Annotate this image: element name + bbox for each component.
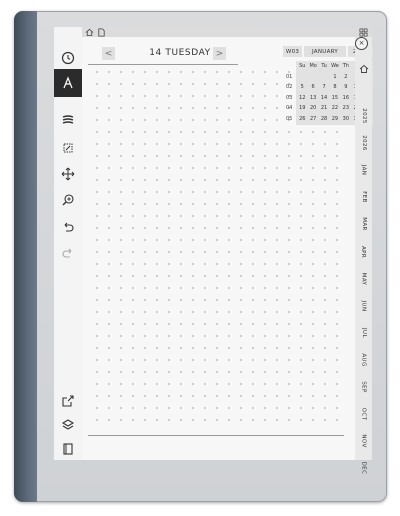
calendar-day[interactable]: 2 xyxy=(341,72,352,83)
calendar-weekday: Th xyxy=(342,63,349,69)
top-strip xyxy=(82,27,372,37)
sidebar-item-label: DEC xyxy=(360,461,367,475)
calendar-day[interactable]: 26 xyxy=(297,114,308,125)
redo-icon[interactable] xyxy=(57,242,79,264)
clock-icon[interactable] xyxy=(57,47,79,69)
share-icon[interactable] xyxy=(57,390,79,412)
home-icon[interactable] xyxy=(84,27,94,37)
calendar-day[interactable]: 30 xyxy=(341,114,352,125)
sidebar-item-2026[interactable]: 2026 xyxy=(355,130,372,156)
sidebar-item-sep[interactable]: SEP xyxy=(355,374,372,400)
calendar-week-number[interactable]: 05 xyxy=(286,114,296,125)
calendar-day[interactable]: 28 xyxy=(319,114,330,125)
calendar-day[interactable]: 21 xyxy=(319,103,330,114)
month-pill[interactable]: JANUARY xyxy=(304,46,346,57)
sidebar-item-label: MAY xyxy=(360,272,367,285)
calendar-day[interactable]: 5 xyxy=(297,82,308,93)
prev-day-button[interactable]: < xyxy=(102,47,115,60)
sidebar-item-nov[interactable]: NOV xyxy=(355,428,372,454)
calendar-day[interactable]: 8 xyxy=(330,82,341,93)
pen-icon[interactable] xyxy=(54,69,82,97)
sidebar-item-label: APR xyxy=(360,245,367,258)
sidebar-item-label: JAN xyxy=(360,164,367,176)
calendar-weekday: Tu xyxy=(321,63,327,69)
calendar-day[interactable]: 13 xyxy=(308,93,319,104)
sidebar-item-label: JUN xyxy=(360,300,367,312)
layers-icon[interactable] xyxy=(57,414,79,436)
calendar-week-number[interactable]: 04 xyxy=(286,103,296,114)
calendar-week-number[interactable]: 01 xyxy=(286,72,296,83)
calendar-day[interactable]: 6 xyxy=(308,82,319,93)
next-day-button[interactable]: > xyxy=(213,47,226,60)
calendar-day[interactable]: 9 xyxy=(341,82,352,93)
sidebar-item-label: FEB xyxy=(360,191,367,204)
calendar-day[interactable]: 20 xyxy=(308,103,319,114)
sidebar-item-dec[interactable]: DEC xyxy=(355,455,372,481)
screen: < 14 TUESDAY > W03 JANUARY 2025 SuMoTuWe… xyxy=(54,27,373,475)
calendar-day[interactable]: 23 xyxy=(341,103,352,114)
calendar-day[interactable]: 22 xyxy=(330,103,341,114)
calendar-week-number[interactable]: 03 xyxy=(286,93,296,104)
toolbar xyxy=(54,27,82,460)
sidebar-item-2025[interactable]: 2025 xyxy=(355,103,372,129)
calendar-day[interactable]: 29 xyxy=(330,114,341,125)
sidebar-item-feb[interactable]: FEB xyxy=(355,184,372,210)
sidebar-item-jan[interactable]: JAN xyxy=(355,157,372,183)
sidebar-item-may[interactable]: MAY xyxy=(355,266,372,292)
sidebar-item-label: SEP xyxy=(360,381,367,393)
grid-icon[interactable] xyxy=(358,27,368,37)
sidebar-item-aug[interactable]: AUG xyxy=(355,347,372,373)
sidebar-item-mar[interactable]: MAR xyxy=(355,211,372,237)
bottom-divider xyxy=(88,435,344,436)
calendar-day[interactable]: 7 xyxy=(319,82,330,93)
calendar-day[interactable]: 14 xyxy=(319,93,330,104)
sidebar-item-label: MAR xyxy=(360,217,367,232)
calendar-weekday: Su xyxy=(299,63,306,69)
planner-page[interactable]: < 14 TUESDAY > W03 JANUARY 2025 SuMoTuWe… xyxy=(82,37,373,460)
calendar-week-number[interactable]: 02 xyxy=(286,82,296,93)
sidebar-item-label: JUL xyxy=(360,327,367,338)
sidebar-item-apr[interactable]: APR xyxy=(355,239,372,265)
calendar-weekday: We xyxy=(331,63,339,69)
calendar-day[interactable]: 19 xyxy=(297,103,308,114)
sidebar-item-oct[interactable]: OCT xyxy=(355,401,372,427)
sidebar-item-label: 2025 xyxy=(360,108,367,124)
move-icon[interactable] xyxy=(57,163,79,185)
page-icon[interactable] xyxy=(57,438,79,460)
calendar-day[interactable]: 15 xyxy=(330,93,341,104)
calendar-day[interactable]: 27 xyxy=(308,114,319,125)
week-pill[interactable]: W03 xyxy=(283,46,302,57)
sidebar-item-label: 2026 xyxy=(360,135,367,151)
sidebar-item-jul[interactable]: JUL xyxy=(355,320,372,346)
undo-icon[interactable] xyxy=(57,216,79,238)
eraser-icon[interactable] xyxy=(57,137,79,159)
calendar-weekday: Mo xyxy=(309,63,317,69)
document-icon[interactable] xyxy=(96,27,106,37)
sidebar-item-jun[interactable]: JUN xyxy=(355,293,372,319)
sidebar-item-label: OCT xyxy=(360,407,367,421)
sidebar-item-label: NOV xyxy=(360,434,367,448)
right-sidebar: 2025 2026 JAN FEB MAR APR MAY JUN JUL AUG SEP OCT NO… xyxy=(355,37,372,475)
sidebar-home-icon[interactable] xyxy=(359,59,369,73)
device-spine xyxy=(14,11,37,502)
tablet-device: < 14 TUESDAY > W03 JANUARY 2025 SuMoTuWe… xyxy=(14,11,387,502)
sidebar-item-label: AUG xyxy=(360,353,367,367)
calendar-day[interactable]: 12 xyxy=(297,93,308,104)
calendar-day[interactable]: 1 xyxy=(330,72,341,83)
zoom-icon[interactable] xyxy=(57,189,79,211)
calendar-day[interactable]: 16 xyxy=(341,93,352,104)
close-button[interactable]: × xyxy=(355,37,368,50)
marker-icon[interactable] xyxy=(57,109,79,131)
